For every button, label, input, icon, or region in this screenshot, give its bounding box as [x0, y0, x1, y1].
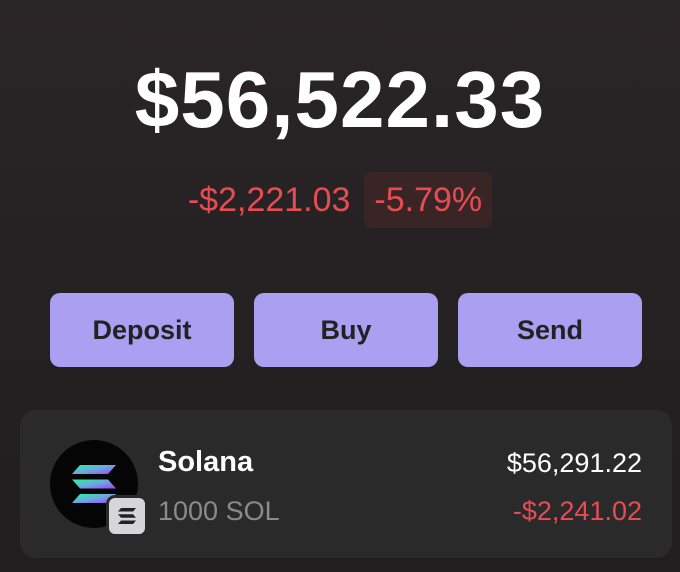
change-amount: -$2,221.03 — [187, 181, 351, 219]
buy-button[interactable]: Buy — [254, 293, 438, 367]
portfolio-change-row: -$2,221.03 -5.79% — [0, 172, 680, 228]
deposit-button[interactable]: Deposit — [50, 293, 234, 367]
token-change: -$2,241.02 — [512, 496, 642, 526]
send-button[interactable]: Send — [458, 293, 642, 367]
change-percent-badge: -5.79% — [364, 172, 493, 228]
token-name: Solana — [158, 446, 254, 478]
action-buttons: Deposit Buy Send — [50, 293, 642, 367]
token-amount: 1000 SOL — [158, 496, 280, 526]
token-value: $56,291.22 — [506, 448, 642, 478]
token-row-solana[interactable]: Solana 1000 SOL $56,291.22 -$2,241.02 — [20, 410, 672, 558]
solana-chain-badge-icon — [106, 495, 148, 537]
portfolio-balance: $56,522.33 — [134, 55, 546, 144]
